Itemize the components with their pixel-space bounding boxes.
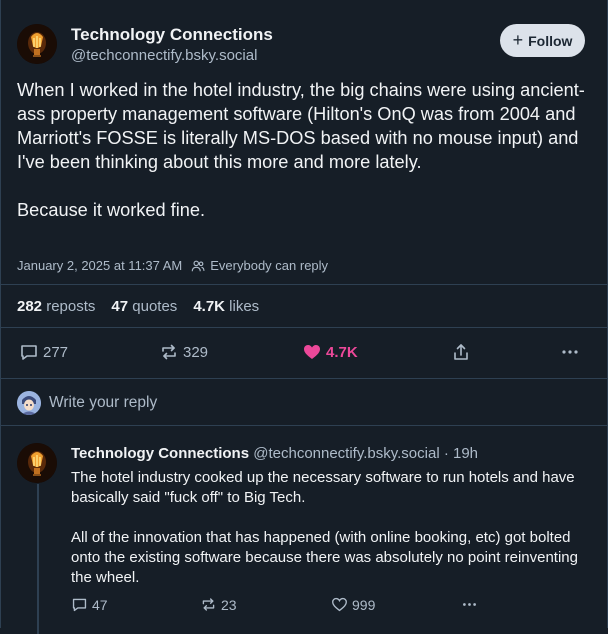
post-meta: January 2, 2025 at 11:37 AM Everybody ca… — [17, 258, 328, 273]
ellipsis-icon — [463, 603, 476, 606]
speech-bubble-icon — [72, 598, 87, 612]
reply-more-options-button[interactable] — [461, 596, 482, 613]
heart-icon — [332, 597, 347, 612]
ellipsis-icon — [562, 350, 578, 354]
repost-arrows-icon — [202, 598, 215, 611]
quotes-stat[interactable]: 47 quotes — [111, 298, 177, 315]
repost-arrows-icon — [162, 344, 176, 360]
main-post: Technology Connections @techconnectify.b… — [0, 0, 608, 378]
reply-reply-count: 47 — [92, 596, 108, 613]
repost-button[interactable]: 329 — [159, 342, 208, 362]
engagement-stats: 282 reposts 47 quotes 4.7K likes — [17, 298, 275, 315]
reply-button[interactable]: 277 — [19, 342, 68, 362]
reply-count: 277 — [43, 343, 69, 361]
plus-icon: + — [512, 29, 524, 50]
reply-repost-count: 23 — [221, 596, 237, 613]
divider — [0, 284, 608, 285]
reply-like-count: 999 — [352, 596, 376, 613]
reply-author-handle[interactable]: @techconnectify.bsky.social · 19h — [253, 445, 478, 462]
share-button[interactable] — [451, 342, 475, 362]
divider — [0, 327, 608, 328]
current-user-avatar — [17, 391, 41, 415]
reply-input[interactable]: Write your reply — [49, 394, 157, 412]
reply-author-name[interactable]: Technology Connections — [71, 445, 249, 462]
author-handle[interactable]: @techconnectify.bsky.social — [71, 47, 257, 64]
likes-count: 4.7K — [193, 298, 225, 315]
post-timestamp[interactable]: January 2, 2025 at 11:37 AM — [17, 258, 182, 273]
follow-button[interactable]: + Follow — [500, 24, 585, 57]
speech-bubble-icon — [21, 345, 37, 360]
follow-button-label: Follow — [528, 32, 573, 49]
people-icon — [192, 260, 205, 271]
post-actions: 277 329 4.7K — [0, 338, 608, 366]
author-avatar[interactable] — [17, 24, 57, 64]
reply-author-avatar[interactable] — [17, 443, 57, 483]
reposts-count: 282 — [17, 298, 43, 315]
like-count: 4.7K — [326, 343, 358, 361]
likes-stat[interactable]: 4.7K likes — [193, 298, 259, 315]
share-icon — [454, 344, 468, 360]
reply-like-button[interactable]: 999 — [331, 596, 375, 613]
more-options-button[interactable] — [560, 342, 584, 362]
author-display-name[interactable]: Technology Connections — [71, 25, 273, 45]
reposts-label: reposts — [46, 298, 96, 315]
reply-actions: 47 23 999 — [0, 594, 608, 616]
likes-label: likes — [229, 298, 260, 315]
quotes-count: 47 — [111, 298, 129, 315]
reposts-stat[interactable]: 282 reposts — [17, 298, 95, 315]
post-text: When I worked in the hotel industry, the… — [17, 80, 585, 220]
reply-setting-label: Everybody can reply — [210, 258, 329, 273]
like-button[interactable]: 4.7K — [302, 342, 358, 362]
reply-composer[interactable]: Write your reply — [0, 379, 608, 425]
reply-reply-button[interactable]: 47 — [71, 596, 108, 613]
heart-icon — [304, 345, 320, 359]
reply-text: The hotel industry cooked up the necessa… — [71, 469, 578, 586]
reply-header: Technology Connections @techconnectify.b… — [71, 445, 478, 462]
reply-post: Technology Connections @techconnectify.b… — [0, 426, 608, 634]
reply-repost-button[interactable]: 23 — [200, 596, 237, 613]
quotes-label: quotes — [132, 298, 178, 315]
repost-count: 329 — [183, 343, 209, 361]
